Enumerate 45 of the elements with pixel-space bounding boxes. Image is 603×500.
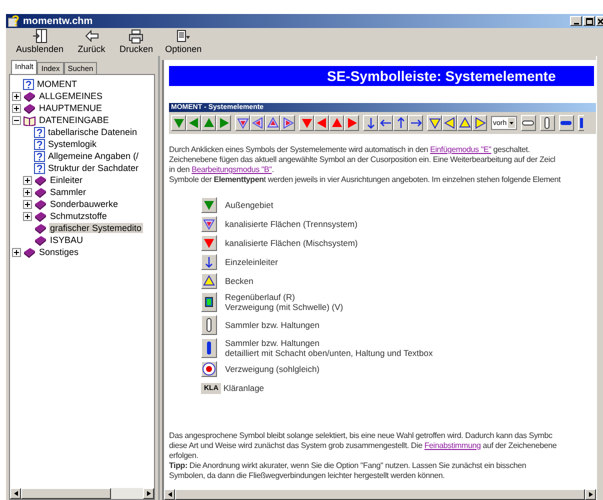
window-title: momentw.chm bbox=[23, 16, 93, 26]
legend-text: Sammler bzw. Haltungen bbox=[225, 338, 320, 348]
link[interactable]: Bearbeitungsmodus "B" bbox=[192, 165, 272, 174]
tree-item[interactable]: grafischer Systemedito bbox=[49, 223, 143, 233]
page-title: SE-Symbolleiste: Systemelemente bbox=[327, 68, 556, 84]
text-line: Symbole der Elementtypent werden jeweils in vier Ausrichtungen angeboten. Im einzelnen stehen folgende Element bbox=[169, 175, 562, 185]
tree-item[interactable]: Struktur der Sachdater bbox=[47, 163, 140, 173]
tree-item[interactable]: Sonstiges bbox=[38, 247, 80, 257]
text-line: Symbolen, da dann die Fließwegverbindungen leichter hergestellt werden können. bbox=[169, 471, 446, 481]
tree-item[interactable]: HAUPTMENUE bbox=[38, 103, 104, 113]
text-line: Zeichenebene fügen das aktuell angewählte Symbol an der Cusorposition ein. Eine Weiterbearbeitung auf der Zeicl bbox=[169, 155, 556, 165]
toolbar-button[interactable]: Drucken bbox=[118, 28, 156, 56]
legend-text: Sammler bzw. Haltungen bbox=[225, 320, 320, 330]
text-line: erfolgen. bbox=[169, 451, 200, 461]
tree-item[interactable]: MOMENT bbox=[36, 79, 78, 89]
tree-item[interactable]: DATENEINGABE bbox=[38, 115, 110, 125]
text-line: Das angesprochene Symbol bleibt solange selektiert, bis eine neue Wahl getroffen wird. Dadurch kann das Symbc bbox=[169, 431, 554, 441]
legend-text: kanalisierte Flächen (Trennsystem) bbox=[225, 219, 358, 229]
legend-text: Regenüberlauf (R) bbox=[225, 292, 296, 302]
legend-text: Verzweigung (mit Schwelle) (V) bbox=[225, 302, 344, 312]
text-line: Tipp: Die Anordnung wirkt akurater, wenn Sie die Option "Fang" nutzen. Lassen Sie zunächst ein bisschen bbox=[169, 461, 528, 471]
tree-item[interactable]: Systemlogik bbox=[47, 139, 98, 149]
legend-text: Einzeleinleiter bbox=[225, 257, 278, 267]
text-line: Durch Anklicken eines Symbols der Systemelemente wird automatisch in den Einfügemodus "E" geschaltet. bbox=[169, 145, 531, 155]
legend-text: detailliert mit Schacht oben/unten, Haltung und Textbox bbox=[225, 348, 433, 358]
tree-item[interactable]: Schmutzstoffe bbox=[49, 211, 108, 221]
legend-text: Becken bbox=[225, 276, 254, 286]
link[interactable]: Feinabstimmung bbox=[424, 441, 481, 450]
tree-item[interactable]: tabellarische Datenein bbox=[47, 127, 138, 137]
toolbar-button[interactable]: Zurück bbox=[74, 28, 110, 56]
legend-text: Außengebiet bbox=[225, 200, 274, 210]
legend-text: Kläranlage bbox=[223, 383, 264, 393]
link[interactable]: Einfügemodus "E" bbox=[430, 145, 492, 154]
text-line: diese Art und Weise wird zunächst das System grob zusammengestellt. Die Feinabstimmung auf der Zeichenebene bbox=[169, 441, 558, 451]
tree-item[interactable]: Einleiter bbox=[49, 175, 84, 185]
legend-text: Verzweigung (sohlgleich) bbox=[225, 364, 320, 374]
legend-text: kanalisierte Flächen (Mischsystem) bbox=[225, 238, 358, 248]
tree-item[interactable]: Sonderbauwerke bbox=[49, 199, 120, 209]
tree-item[interactable]: Sammler bbox=[49, 187, 88, 197]
tree-item[interactable]: ALLGEMEINES bbox=[38, 91, 104, 101]
text-line: in den Bearbeitungsmodus "B". bbox=[169, 165, 275, 175]
toolbar-button[interactable]: Optionen bbox=[163, 28, 204, 56]
toolbar-button[interactable]: Ausblenden bbox=[14, 28, 66, 56]
tree-item[interactable]: ISYBAU bbox=[49, 235, 84, 245]
tree-item[interactable]: Allgemeine Angaben (/ bbox=[47, 151, 140, 161]
